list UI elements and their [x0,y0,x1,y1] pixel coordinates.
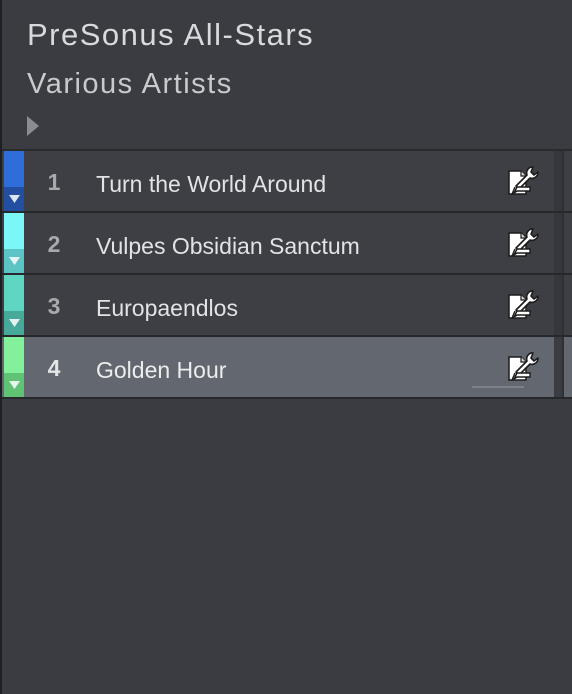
collapse-triangle-icon[interactable] [4,373,24,397]
scroll-edge [562,275,564,335]
track-number: 2 [47,231,61,257]
row-divider [554,213,562,273]
wrench-edit-icon[interactable] [506,225,540,259]
track-number: 1 [47,169,61,195]
collapse-triangle-icon[interactable] [4,187,24,211]
row-divider [554,337,562,397]
scroll-edge [562,213,564,273]
expand-triangle-icon[interactable] [27,116,39,136]
row-divider [554,151,562,211]
track-name: Europaendlos [96,295,238,321]
row-divider [554,275,562,335]
track-row[interactable]: 1 Turn the World Around [2,151,572,213]
album-artist: Various Artists [27,68,233,100]
collapse-triangle-icon[interactable] [4,311,24,335]
track-row[interactable]: 3 Europaendlos [2,275,572,337]
collapse-triangle-icon[interactable] [4,249,24,273]
album-header: PreSonus All-Stars Various Artists [2,0,572,150]
scroll-edge [562,151,564,211]
track-name: Vulpes Obsidian Sanctum [96,233,360,259]
track-color-strip[interactable] [4,151,24,211]
wrench-edit-icon[interactable] [506,287,540,321]
track-row[interactable]: 4 Golden Hour [2,337,572,399]
wrench-edit-icon[interactable] [506,349,540,383]
album-panel: PreSonus All-Stars Various Artists 1 Tur… [0,0,572,694]
track-name: Golden Hour [96,357,227,383]
track-color-strip[interactable] [4,275,24,335]
track-color-strip[interactable] [4,213,24,273]
track-number: 4 [47,355,61,381]
wrench-edit-icon[interactable] [506,163,540,197]
track-row[interactable]: 2 Vulpes Obsidian Sanctum [2,213,572,275]
track-list: 1 Turn the World Around 2 Vulpes Obsidia… [2,149,572,399]
selection-indicator [472,386,524,388]
track-number: 3 [47,293,61,319]
track-color-strip[interactable] [4,337,24,397]
album-title: PreSonus All-Stars [27,17,315,52]
track-name: Turn the World Around [96,171,327,197]
scroll-edge [562,337,564,397]
